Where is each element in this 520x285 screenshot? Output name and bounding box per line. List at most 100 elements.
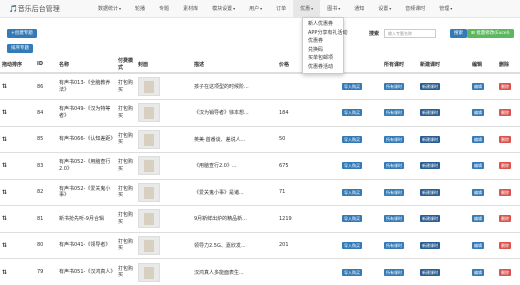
edit-button[interactable]: 编辑 <box>472 162 484 169</box>
all-lessons-button[interactable]: 所有课时 <box>384 136 404 143</box>
drag-sort-icon[interactable]: ⇅ <box>2 189 7 196</box>
all-lessons-button[interactable]: 所有课时 <box>384 242 404 249</box>
sort-topics-button[interactable]: 排序专题 <box>7 44 33 53</box>
all-lessons-button[interactable]: 所有课时 <box>384 215 404 222</box>
all-lessons-button[interactable]: 所有课时 <box>384 83 404 90</box>
delete-button[interactable]: 删除 <box>499 189 511 196</box>
drag-handle-cell[interactable]: ⇅ <box>0 153 35 180</box>
edit-button[interactable]: 编辑 <box>472 136 484 143</box>
all-lessons-button[interactable]: 所有课时 <box>384 189 404 196</box>
drag-handle-cell[interactable]: ⇅ <box>0 100 35 127</box>
new-lesson-cell: 新建课时 <box>418 232 470 259</box>
search-input[interactable]: 输入专题名称 <box>384 29 436 38</box>
new-lesson-button[interactable]: 新建课时 <box>420 109 440 116</box>
dropdown-menu-item[interactable]: APP分享有礼活动 <box>303 29 343 38</box>
import-purchase-button[interactable]: 导入购买 <box>342 215 362 222</box>
new-lesson-cell: 新建课时 <box>418 153 470 180</box>
table-row: ⇅84有声书049-《汉为特等者》打包购买《汉为销导者》徐本想...184导入购… <box>0 100 520 127</box>
dropdown-menu-item[interactable]: 买单包邮项 <box>303 54 343 63</box>
batch-edit-excel-button[interactable]: ⊞ 批量修改(Excel) <box>467 29 514 38</box>
empty-cell <box>307 259 340 285</box>
new-lesson-button[interactable]: 新建课时 <box>420 215 440 222</box>
import-purchase-button[interactable]: 导入购买 <box>342 83 362 90</box>
drag-handle-cell[interactable]: ⇅ <box>0 259 35 285</box>
create-topic-button[interactable]: +创建专题 <box>7 29 37 38</box>
edit-button[interactable]: 编辑 <box>472 189 484 196</box>
all-lessons-button[interactable]: 所有课时 <box>384 162 404 169</box>
cover-thumbnail <box>138 209 160 228</box>
import-purchase-button[interactable]: 导入购买 <box>342 269 362 276</box>
new-lesson-button[interactable]: 新建课时 <box>420 136 440 143</box>
drag-handle-cell[interactable]: ⇅ <box>0 126 35 153</box>
nav-item[interactable]: 图书▾ <box>320 0 347 18</box>
edit-cell: 编辑 <box>470 100 497 127</box>
row-pay-mode: 打包购买 <box>116 232 136 259</box>
nav-item[interactable]: 优惠▾ <box>293 0 320 18</box>
column-header: ID <box>35 56 57 73</box>
drag-sort-icon[interactable]: ⇅ <box>2 83 7 90</box>
row-id: 80 <box>35 232 57 259</box>
delete-button[interactable]: 删除 <box>499 83 511 90</box>
column-header: 名称 <box>57 56 116 73</box>
delete-button[interactable]: 删除 <box>499 162 511 169</box>
nav-item-label: 管理 <box>439 6 449 12</box>
drag-sort-icon[interactable]: ⇅ <box>2 242 7 249</box>
delete-cell: 删除 <box>497 232 520 259</box>
topics-table: 拖动排序ID名称付费模式封面描述价格所有课时新建课时编辑删除 ⇅86有声书013… <box>0 56 520 285</box>
nav-item[interactable]: 数据统计▾ <box>91 0 128 18</box>
delete-button[interactable]: 删除 <box>499 136 511 143</box>
drag-sort-icon[interactable]: ⇅ <box>2 162 7 169</box>
nav-item[interactable]: 素材库 <box>176 0 205 18</box>
dropdown-menu-item[interactable]: 优惠券 <box>303 37 343 46</box>
import-purchase-button[interactable]: 导入购买 <box>342 189 362 196</box>
nav-item[interactable]: 专题 <box>152 0 176 18</box>
nav-item[interactable]: 轮播 <box>128 0 152 18</box>
nav-item[interactable]: 音频课时 <box>398 0 432 18</box>
dropdown-menu-item[interactable]: 新人优惠券 <box>303 20 343 29</box>
delete-button[interactable]: 删除 <box>499 269 511 276</box>
import-purchase-button[interactable]: 导入购买 <box>342 162 362 169</box>
drag-sort-icon[interactable]: ⇅ <box>2 215 7 222</box>
edit-button[interactable]: 编辑 <box>472 109 484 116</box>
nav-item[interactable]: 设置▾ <box>371 0 398 18</box>
delete-button[interactable]: 删除 <box>499 242 511 249</box>
nav-item[interactable]: 模块设置▾ <box>205 0 242 18</box>
caret-down-icon: ▾ <box>338 6 340 11</box>
import-purchase-button[interactable]: 导入购买 <box>342 242 362 249</box>
drag-sort-icon[interactable]: ⇅ <box>2 136 7 143</box>
empty-cell <box>307 153 340 180</box>
edit-button[interactable]: 编辑 <box>472 215 484 222</box>
nav-item-label: 模块设置 <box>212 6 232 12</box>
drag-handle-cell[interactable]: ⇅ <box>0 73 35 100</box>
table-row: ⇅79有声书051-《汉鸿真人》打包购买汉鸿真人多能面表生...导入购买所有课时… <box>0 259 520 285</box>
drag-sort-icon[interactable]: ⇅ <box>2 109 7 116</box>
edit-button[interactable]: 编辑 <box>472 83 484 90</box>
drag-handle-cell[interactable]: ⇅ <box>0 232 35 259</box>
dropdown-menu-item[interactable]: 优惠券活动 <box>303 63 343 72</box>
all-lessons-button[interactable]: 所有课时 <box>384 269 404 276</box>
nav-item[interactable]: 用户▾ <box>242 0 269 18</box>
edit-button[interactable]: 编辑 <box>472 242 484 249</box>
nav-item[interactable]: 管理▾ <box>432 0 459 18</box>
drag-handle-cell[interactable]: ⇅ <box>0 179 35 206</box>
new-lesson-button[interactable]: 新建课时 <box>420 83 440 90</box>
import-purchase-button[interactable]: 导入购买 <box>342 109 362 116</box>
new-lesson-button[interactable]: 新建课时 <box>420 269 440 276</box>
dropdown-menu-item[interactable]: 兑换码 <box>303 46 343 55</box>
nav-item[interactable]: 通知 <box>347 0 371 18</box>
import-purchase-button[interactable]: 导入购买 <box>342 136 362 143</box>
brand-logo[interactable]: 🎵音乐后台管理 <box>9 4 60 14</box>
search-button[interactable]: 搜索 <box>450 29 467 38</box>
all-lessons-button[interactable]: 所有课时 <box>384 109 404 116</box>
new-lesson-button[interactable]: 新建课时 <box>420 162 440 169</box>
table-row: ⇅81新书抢先听-9月合辑打包购买9月新鲜出炉的精品新...1219导入购买所有… <box>0 206 520 233</box>
edit-button[interactable]: 编辑 <box>472 269 484 276</box>
new-lesson-button[interactable]: 新建课时 <box>420 189 440 196</box>
drag-sort-icon[interactable]: ⇅ <box>2 269 7 276</box>
delete-button[interactable]: 删除 <box>499 109 511 116</box>
delete-button[interactable]: 删除 <box>499 215 511 222</box>
drag-handle-cell[interactable]: ⇅ <box>0 206 35 233</box>
cover-cell <box>136 153 192 180</box>
nav-item[interactable]: 订单 <box>269 0 293 18</box>
new-lesson-button[interactable]: 新建课时 <box>420 242 440 249</box>
